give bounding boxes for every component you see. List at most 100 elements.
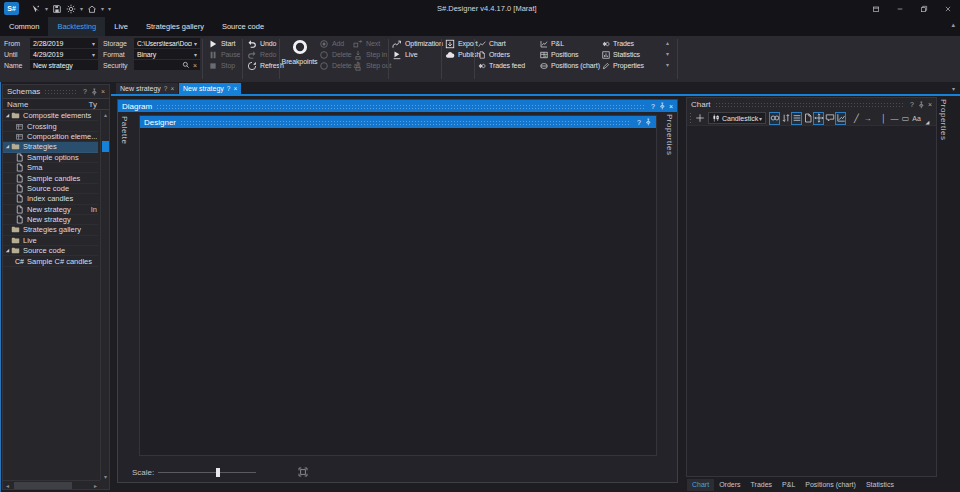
chart-tab-chart[interactable]: Chart bbox=[687, 479, 714, 491]
from-field[interactable]: 2/28/2019▾ bbox=[30, 38, 98, 48]
expander-icon[interactable] bbox=[3, 143, 11, 150]
chart-tool-binoculars[interactable] bbox=[769, 112, 780, 125]
component-chart[interactable]: Chart bbox=[478, 38, 506, 49]
name-field[interactable]: New strategy bbox=[30, 60, 98, 70]
tree-item-new-strategy[interactable]: New strategy bbox=[3, 215, 98, 225]
close-icon[interactable]: × bbox=[928, 101, 932, 108]
tree-item-index-candles[interactable]: Index candles bbox=[3, 194, 98, 204]
tree-item-strategies-gallery[interactable]: Strategies gallery bbox=[3, 225, 98, 235]
chart-tab-statistics[interactable]: Statistics bbox=[861, 479, 899, 491]
pin-icon[interactable] bbox=[90, 88, 98, 96]
pin-icon[interactable] bbox=[644, 118, 652, 126]
chart-tab-trades[interactable]: Trades bbox=[746, 479, 778, 491]
step-in-button[interactable]: Step in bbox=[353, 49, 387, 60]
component-properties[interactable]: Properties bbox=[602, 60, 644, 71]
stop-button[interactable]: Stop bbox=[208, 60, 235, 71]
close-button[interactable] bbox=[936, 0, 960, 17]
home-dropdown[interactable]: ▾ bbox=[101, 5, 104, 12]
settings-dropdown[interactable]: ▾ bbox=[80, 5, 83, 12]
help-icon[interactable]: ? bbox=[164, 85, 168, 92]
pause-button[interactable]: Pause bbox=[208, 49, 240, 60]
chart-tool-text[interactable]: Aa bbox=[911, 112, 922, 125]
component-statistics[interactable]: Statistics bbox=[602, 49, 640, 60]
ribbon-collapse-arrow[interactable]: ▴ bbox=[951, 21, 955, 29]
delete-breakpoint-button[interactable]: Delete bbox=[319, 49, 352, 60]
ribbon-tab-common[interactable]: Common bbox=[0, 17, 48, 36]
connect-dropdown[interactable]: ▾ bbox=[45, 5, 48, 12]
chart-canvas[interactable] bbox=[687, 126, 936, 476]
close-icon[interactable]: × bbox=[101, 88, 105, 95]
scale-slider[interactable] bbox=[158, 472, 256, 473]
component-positions[interactable]: Positions bbox=[540, 49, 579, 60]
chart-tab-positions-chart-[interactable]: Positions (chart) bbox=[800, 479, 861, 491]
home-icon[interactable] bbox=[87, 4, 97, 14]
undo-button[interactable]: Undo bbox=[247, 38, 276, 49]
breakpoints-button[interactable]: Breakpoints bbox=[281, 39, 318, 65]
next-button[interactable]: Next bbox=[353, 38, 380, 49]
pin-icon[interactable] bbox=[658, 102, 666, 110]
help-icon[interactable]: ? bbox=[910, 101, 914, 108]
chart-tool-corner[interactable]: ◢ bbox=[922, 112, 933, 125]
component-trades-feed[interactable]: Trades feed bbox=[478, 60, 525, 71]
minimize-button[interactable] bbox=[888, 0, 912, 17]
series-selector[interactable]: Candlestick ▾ bbox=[708, 112, 766, 124]
tree-item-live[interactable]: Live bbox=[3, 236, 98, 246]
help-icon[interactable]: ? bbox=[651, 103, 655, 110]
pin-window-button[interactable] bbox=[864, 0, 888, 17]
save-icon[interactable] bbox=[52, 4, 62, 14]
help-icon[interactable]: ? bbox=[637, 119, 641, 126]
tree-item-strategies[interactable]: Strategies bbox=[3, 142, 98, 152]
tree-item-sample-candles[interactable]: Sample candles bbox=[3, 173, 98, 183]
tab-list-dropdown[interactable]: ▾ bbox=[952, 85, 955, 92]
tree-item-sample-options[interactable]: Sample options bbox=[3, 153, 98, 163]
chart-tool-doc[interactable] bbox=[802, 112, 813, 125]
palette-tab[interactable]: Palette bbox=[120, 116, 129, 144]
close-icon[interactable]: × bbox=[669, 103, 673, 110]
optimization-button[interactable]: Optimization bbox=[392, 38, 443, 49]
start-button[interactable]: Start bbox=[208, 38, 235, 49]
toolbar-grip[interactable] bbox=[689, 112, 693, 124]
until-field[interactable]: 4/29/2019▾ bbox=[30, 49, 98, 59]
close-icon[interactable]: × bbox=[233, 85, 237, 92]
properties-tab[interactable]: Properties bbox=[665, 114, 674, 155]
chart-tool-vline[interactable]: │ bbox=[878, 112, 889, 125]
chart-tab-p&l[interactable]: P&L bbox=[777, 479, 800, 491]
chart-tab-orders[interactable]: Orders bbox=[714, 479, 745, 491]
tree-item-sample-c#-candles[interactable]: C#Sample C# candles bbox=[3, 256, 98, 266]
chart-properties-tab[interactable]: Properties bbox=[939, 99, 948, 140]
schemas-column-header[interactable]: Name Ty bbox=[3, 98, 109, 110]
components-scroll-arrows[interactable]: ▴▾▾ bbox=[666, 38, 669, 71]
component-p-l[interactable]: P&L bbox=[540, 38, 564, 49]
redo-button[interactable]: Redo bbox=[247, 49, 276, 60]
pin-icon[interactable] bbox=[917, 101, 925, 109]
vertical-scrollbar[interactable]: ▴ ▾ bbox=[100, 111, 109, 480]
scale-slider-thumb[interactable] bbox=[216, 468, 220, 477]
tree-item-source-code[interactable]: Source code bbox=[3, 246, 98, 256]
chart-tool-line[interactable]: ╱ bbox=[851, 112, 862, 125]
app-logo[interactable]: S# bbox=[4, 2, 19, 15]
document-tab-new-strategy[interactable]: New strategy?× bbox=[116, 83, 178, 94]
ribbon-tab-live[interactable]: Live bbox=[105, 17, 137, 36]
chart-tool-hline[interactable]: — bbox=[889, 112, 900, 125]
storage-field[interactable]: C:\Users\tesar\Documer▾ bbox=[134, 38, 200, 48]
clear-icon[interactable]: × bbox=[193, 62, 197, 69]
chart-tool-rect[interactable]: ▭ bbox=[900, 112, 911, 125]
component-trades[interactable]: Trades bbox=[602, 38, 634, 49]
chart-tool-sort[interactable] bbox=[780, 112, 791, 125]
chart-tool-axis[interactable] bbox=[835, 112, 846, 125]
tree-item-crossing[interactable]: Crossing bbox=[3, 121, 98, 131]
document-tab-new-strategy[interactable]: New strategy?× bbox=[179, 83, 241, 94]
qat-overflow-dropdown[interactable]: ▾ bbox=[108, 5, 111, 12]
add-breakpoint-button[interactable]: Add bbox=[319, 38, 344, 49]
security-field[interactable]: × bbox=[134, 60, 200, 70]
expander-icon[interactable] bbox=[3, 112, 11, 119]
chart-tool-arrow[interactable]: → bbox=[862, 112, 873, 125]
component-positions-chart-[interactable]: Positions (chart) bbox=[540, 60, 600, 71]
fit-to-screen-icon[interactable] bbox=[298, 467, 308, 477]
add-indicator-button[interactable] bbox=[694, 112, 705, 125]
connect-icon[interactable] bbox=[31, 4, 41, 14]
tree-item-source-code[interactable]: Source code bbox=[3, 184, 98, 194]
ribbon-tab-source-code[interactable]: Source code bbox=[213, 17, 273, 36]
help-icon[interactable]: ? bbox=[227, 85, 231, 92]
tree-item-new-strategy[interactable]: New strategyIn bbox=[3, 205, 98, 215]
